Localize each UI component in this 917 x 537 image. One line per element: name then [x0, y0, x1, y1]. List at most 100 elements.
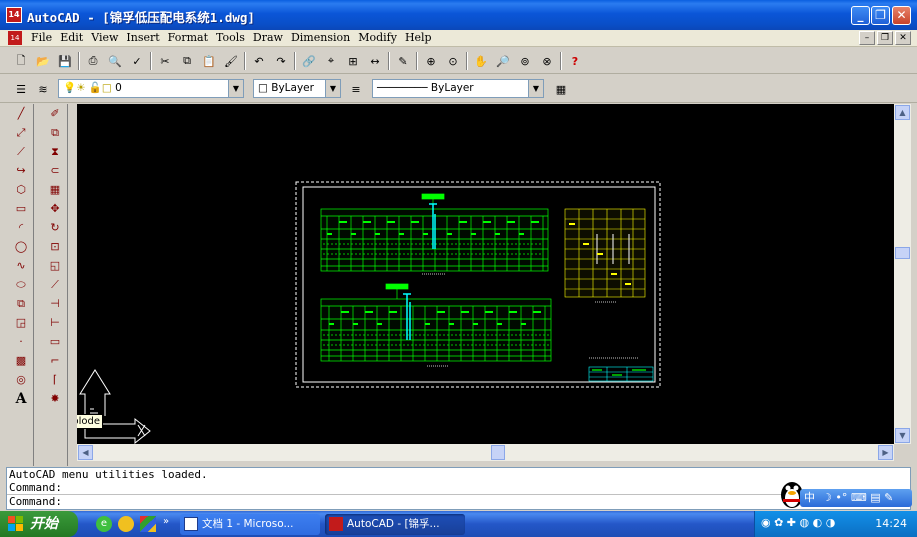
ime-options-icon[interactable]: ☽ •° ⌨ ▤ ✎ [819, 491, 893, 504]
lengthen-icon[interactable]: ⟋ [44, 275, 66, 294]
move-icon[interactable]: ✥ [44, 199, 66, 218]
menu-modify[interactable]: Modify [354, 31, 401, 44]
multiline-text-icon[interactable]: A [10, 389, 32, 408]
3d-orbit-icon[interactable]: ⊙ [442, 50, 464, 72]
construction-line-icon[interactable]: ⤢ [10, 123, 32, 142]
menu-tools[interactable]: Tools [212, 31, 249, 44]
scroll-left-icon[interactable]: ◀ [78, 445, 93, 460]
menu-dimension[interactable]: Dimension [287, 31, 354, 44]
spelling-icon[interactable]: ✓ [126, 50, 148, 72]
break-icon[interactable]: ▭ [44, 332, 66, 351]
line-icon[interactable]: ╱ [10, 104, 32, 123]
extend-icon[interactable]: ⊢ [44, 313, 66, 332]
menu-edit[interactable]: Edit [56, 31, 87, 44]
vertical-scrollbar[interactable]: ▲ ▼ [894, 104, 911, 444]
named-views-icon[interactable]: ⊕ [420, 50, 442, 72]
scale-icon[interactable]: ⊡ [44, 237, 66, 256]
chevron-down-icon[interactable]: ▼ [528, 80, 543, 97]
zoom-window-icon[interactable]: ⊚ [514, 50, 536, 72]
command-prompt[interactable]: Command: [7, 494, 910, 508]
print-icon[interactable]: ⎙ [82, 50, 104, 72]
point-icon[interactable]: · [10, 332, 32, 351]
multiline-icon[interactable]: ↪ [10, 161, 32, 180]
quick-launch-desktop-icon[interactable] [140, 516, 156, 532]
ime-toolbar[interactable]: 中 ☽ •° ⌨ ▤ ✎ [800, 489, 912, 507]
pencil-icon[interactable]: ✎ [392, 50, 414, 72]
stretch-icon[interactable]: ◱ [44, 256, 66, 275]
layer-previous-icon[interactable]: ≋ [32, 78, 54, 100]
ime-label[interactable]: 中 [804, 491, 815, 504]
ellipse-icon[interactable]: ⬭ [10, 275, 32, 294]
drawing-area[interactable]: Explode [77, 104, 894, 444]
erase-icon[interactable]: ✐ [44, 104, 66, 123]
doc-minimize-button[interactable]: – [859, 31, 875, 45]
arc-icon[interactable]: ◜ [10, 218, 32, 237]
copy-object-icon[interactable]: ⧉ [44, 123, 66, 142]
maximize-button[interactable]: ❐ [871, 6, 890, 25]
menu-help[interactable]: Help [401, 31, 436, 44]
fillet-icon[interactable]: ⌈ [44, 370, 66, 389]
layer-manager-icon[interactable]: ☰ [10, 78, 32, 100]
print-preview-icon[interactable]: 🔍 [104, 50, 126, 72]
taskbar-item-autocad[interactable]: AutoCAD - [锦孚... [325, 514, 465, 535]
horizontal-scroll-thumb[interactable] [491, 445, 505, 460]
scroll-right-icon[interactable]: ▶ [878, 445, 893, 460]
tray-icons[interactable]: ◉ ✿ ✚ ◍ ◐ ◑ [761, 516, 835, 529]
pan-icon[interactable]: ✋ [470, 50, 492, 72]
rotate-icon[interactable]: ↻ [44, 218, 66, 237]
horizontal-scrollbar[interactable]: ◀ ▶ [77, 444, 894, 461]
quick-launch-ie-icon[interactable]: e [96, 516, 112, 532]
linetype-dropdown[interactable]: ──────── ByLayer ▼ [372, 79, 544, 98]
layer-dropdown[interactable]: 💡☀ 🔓□ 0 ▼ [58, 79, 244, 98]
explode-icon[interactable]: ✸ [44, 389, 66, 408]
lineweight-icon[interactable]: ≡ [345, 78, 367, 100]
close-button[interactable]: ✕ [892, 6, 911, 25]
copy-icon[interactable]: ⧉ [176, 50, 198, 72]
spline-icon[interactable]: ∿ [10, 256, 32, 275]
open-file-icon[interactable]: 📂 [32, 50, 54, 72]
chevron-down-icon[interactable]: ▼ [325, 80, 340, 97]
menu-file[interactable]: File [27, 31, 56, 44]
color-dropdown[interactable]: □ ByLayer ▼ [253, 79, 341, 98]
save-icon[interactable]: 💾 [54, 50, 76, 72]
hyperlink-icon[interactable]: 🔗 [298, 50, 320, 72]
paste-icon[interactable]: 📋 [198, 50, 220, 72]
minimize-button[interactable]: _ [851, 6, 870, 25]
scroll-down-icon[interactable]: ▼ [895, 428, 910, 443]
help-icon[interactable]: ? [564, 50, 586, 72]
cut-icon[interactable]: ✂ [154, 50, 176, 72]
quick-launch-expand-icon[interactable]: » [163, 516, 169, 527]
undo-icon[interactable]: ↶ [248, 50, 270, 72]
chevron-down-icon[interactable]: ▼ [228, 80, 243, 97]
array-icon[interactable]: ▦ [44, 180, 66, 199]
object-snap-icon[interactable]: ⌖ [320, 50, 342, 72]
doc-restore-button[interactable]: ❐ [877, 31, 893, 45]
polygon-icon[interactable]: ⬡ [10, 180, 32, 199]
menu-view[interactable]: View [87, 31, 122, 44]
menu-insert[interactable]: Insert [122, 31, 163, 44]
menu-format[interactable]: Format [164, 31, 212, 44]
taskbar-item-word[interactable]: 文档 1 - Microso... [180, 514, 320, 535]
title-bar[interactable]: 14 AutoCAD - [锦孚低压配电系统1.dwg] _ ❐ ✕ [0, 0, 917, 30]
quick-launch-icon[interactable] [118, 516, 134, 532]
plot-style-icon[interactable]: ▦ [550, 78, 572, 100]
document-icon[interactable]: 14 [8, 31, 22, 45]
match-properties-icon[interactable]: 🖌 [220, 50, 242, 72]
chamfer-icon[interactable]: ⌐ [44, 351, 66, 370]
scroll-up-icon[interactable]: ▲ [895, 105, 910, 120]
redo-icon[interactable]: ↷ [270, 50, 292, 72]
autocad-app-icon[interactable]: 14 [6, 7, 22, 23]
circle-icon[interactable]: ◯ [10, 237, 32, 256]
doc-close-button[interactable]: ✕ [895, 31, 911, 45]
hatch-icon[interactable]: ▩ [10, 351, 32, 370]
new-file-icon[interactable]: 🗋 [10, 50, 32, 72]
trim-icon[interactable]: ⊣ [44, 294, 66, 313]
zoom-previous-icon[interactable]: ⊗ [536, 50, 558, 72]
region-icon[interactable]: ◎ [10, 370, 32, 389]
clock[interactable]: 14:24 [875, 517, 907, 530]
rectangle-icon[interactable]: ▭ [10, 199, 32, 218]
zoom-realtime-icon[interactable]: 🔎 [492, 50, 514, 72]
ucs-icon[interactable]: ⊞ [342, 50, 364, 72]
polyline-icon[interactable]: ⟋ [10, 142, 32, 161]
command-window[interactable]: AutoCAD menu utilities loaded. Command: … [6, 467, 911, 510]
